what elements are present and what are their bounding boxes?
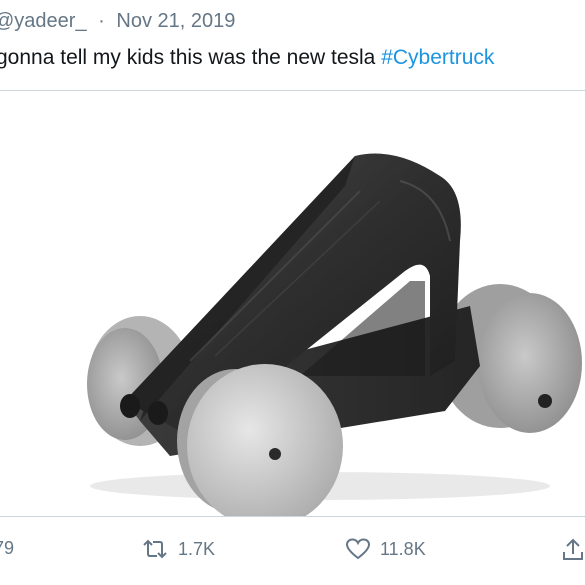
- like-action[interactable]: 11.8K: [346, 538, 426, 560]
- retweet-count: 1.7K: [178, 538, 216, 559]
- reply-action[interactable]: 79: [0, 538, 14, 559]
- share-action[interactable]: [562, 538, 584, 562]
- reply-count: 79: [0, 538, 15, 558]
- share-icon[interactable]: [562, 538, 584, 562]
- author-handle[interactable]: @yadeer_: [0, 10, 87, 32]
- heart-icon[interactable]: [346, 538, 370, 560]
- like-count: 11.8K: [380, 538, 426, 559]
- tweet-meta: @yadeer_ · Nov 21, 2019: [0, 10, 235, 33]
- tweet-media-image[interactable]: [0, 90, 585, 517]
- tweet-text-body: gonna tell my kids this was the new tesl…: [0, 46, 382, 69]
- retweet-icon[interactable]: [142, 538, 168, 560]
- tweet: @yadeer_ · Nov 21, 2019 gonna tell my ki…: [0, 0, 585, 585]
- retweet-action[interactable]: 1.7K: [142, 538, 215, 560]
- tweet-text: gonna tell my kids this was the new tesl…: [0, 46, 494, 70]
- tweet-actions: 79 1.7K 11.8K: [0, 530, 585, 570]
- wooden-toy-car-photo: [0, 91, 585, 516]
- tweet-date[interactable]: Nov 21, 2019: [116, 10, 235, 32]
- hashtag-link[interactable]: #Cybertruck: [381, 46, 494, 69]
- meta-separator: ·: [98, 10, 105, 32]
- front-left-wheel: [177, 364, 343, 516]
